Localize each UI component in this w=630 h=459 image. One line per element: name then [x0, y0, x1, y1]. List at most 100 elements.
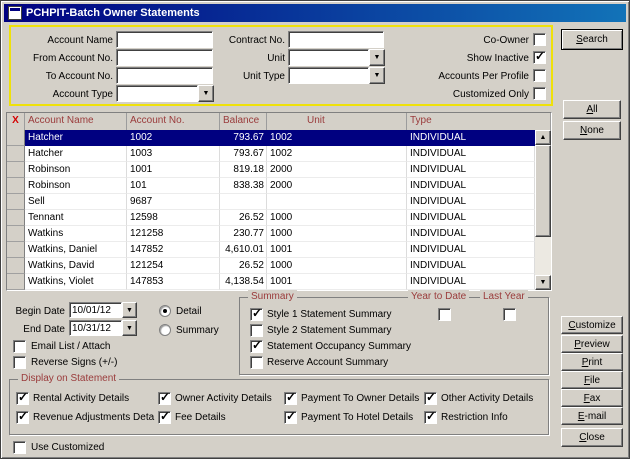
- begin-date-dropdown-icon[interactable]: ▼: [122, 302, 137, 318]
- table-row[interactable]: Sell9687INDIVIDUAL: [7, 194, 535, 210]
- payment-owner-checkbox[interactable]: [284, 392, 297, 405]
- table-cell: 1002: [127, 130, 220, 146]
- occupancy-summary-checkbox[interactable]: [250, 340, 263, 353]
- table-cell: 793.67: [220, 130, 267, 146]
- style1-last-year-checkbox[interactable]: [503, 308, 516, 321]
- show-inactive-checkbox[interactable]: [533, 51, 546, 64]
- year-to-date-header: Year to Date: [408, 290, 469, 303]
- filter-panel: Account Name From Account No. To Account…: [9, 25, 553, 106]
- account-type-input[interactable]: [116, 85, 198, 102]
- fee-details-label: Fee Details: [175, 410, 281, 425]
- table-cell: 1000: [267, 258, 407, 274]
- file-button[interactable]: File: [561, 371, 623, 389]
- contract-no-label: Contract No.: [183, 33, 285, 48]
- row-selector-cell: [7, 226, 25, 242]
- table-row[interactable]: Hatcher1002793.671002INDIVIDUAL: [7, 130, 535, 146]
- batch-owner-statements-window: PCHPIT-Batch Owner Statements Account Na…: [0, 0, 630, 459]
- table-row[interactable]: Watkins, Daniel1478524,610.011001INDIVID…: [7, 242, 535, 258]
- fee-details-checkbox[interactable]: [158, 411, 171, 424]
- unit-dropdown-icon[interactable]: ▼: [369, 49, 385, 66]
- close-button[interactable]: Close: [561, 428, 623, 447]
- accounts-table: X Account Name Account No. Balance Unit …: [6, 112, 552, 291]
- scroll-thumb[interactable]: [535, 145, 551, 237]
- search-button[interactable]: Search: [561, 29, 623, 50]
- column-header-type[interactable]: Type: [407, 113, 551, 130]
- style1-summary-checkbox[interactable]: [250, 308, 263, 321]
- column-header-account-no[interactable]: Account No.: [127, 113, 220, 130]
- owner-activity-checkbox[interactable]: [158, 392, 171, 405]
- table-row[interactable]: Tennant1259826.521000INDIVIDUAL: [7, 210, 535, 226]
- table-cell: Watkins, Violet: [25, 274, 127, 290]
- table-row[interactable]: Hatcher1003793.671002INDIVIDUAL: [7, 146, 535, 162]
- table-row[interactable]: Watkins121258230.771000INDIVIDUAL: [7, 226, 535, 242]
- table-cell: [267, 194, 407, 210]
- unit-input[interactable]: [288, 49, 369, 66]
- revenue-adjustments-label: Revenue Adjustments Deta...: [33, 410, 155, 425]
- begin-date-input[interactable]: [69, 302, 122, 318]
- table-row[interactable]: Robinson101838.382000INDIVIDUAL: [7, 178, 535, 194]
- payment-hotel-checkbox[interactable]: [284, 411, 297, 424]
- unit-type-dropdown-icon[interactable]: ▼: [369, 67, 385, 84]
- display-group: Display on Statement Rental Activity Det…: [9, 379, 549, 435]
- table-row[interactable]: Watkins, Violet1478534,138.541001INDIVID…: [7, 274, 535, 290]
- other-activity-checkbox[interactable]: [424, 392, 437, 405]
- fax-button[interactable]: Fax: [561, 389, 623, 407]
- revenue-adjustments-checkbox[interactable]: [16, 411, 29, 424]
- row-selector-cell: [7, 178, 25, 194]
- email-button[interactable]: E-mail: [561, 407, 623, 425]
- column-header-unit[interactable]: Unit: [267, 113, 407, 130]
- display-group-title: Display on Statement: [18, 372, 119, 385]
- table-cell: 26.52: [220, 210, 267, 226]
- rental-activity-label: Rental Activity Details: [33, 391, 155, 406]
- column-header-x[interactable]: X: [7, 113, 25, 130]
- table-cell: 1001: [267, 274, 407, 290]
- reverse-signs-checkbox[interactable]: [13, 356, 26, 369]
- scroll-down-icon[interactable]: ▼: [535, 275, 551, 290]
- style1-ytd-checkbox[interactable]: [438, 308, 451, 321]
- account-type-dropdown-icon[interactable]: ▼: [198, 85, 214, 102]
- table-cell: 2000: [267, 162, 407, 178]
- owner-activity-label: Owner Activity Details: [175, 391, 281, 406]
- table-scrollbar[interactable]: ▲ ▼: [535, 130, 551, 290]
- print-button[interactable]: Print: [561, 353, 623, 371]
- use-customized-checkbox[interactable]: [13, 441, 26, 454]
- table-cell: INDIVIDUAL: [407, 242, 535, 258]
- table-cell: 1002: [267, 130, 407, 146]
- table-cell: INDIVIDUAL: [407, 258, 535, 274]
- email-list-checkbox[interactable]: [13, 340, 26, 353]
- preview-button[interactable]: Preview: [561, 335, 623, 353]
- detail-radio[interactable]: [159, 305, 171, 317]
- row-selector-cell: [7, 130, 25, 146]
- restriction-info-checkbox[interactable]: [424, 411, 437, 424]
- table-row[interactable]: Robinson1001819.182000INDIVIDUAL: [7, 162, 535, 178]
- table-cell: 1003: [127, 146, 220, 162]
- table-cell: 819.18: [220, 162, 267, 178]
- customize-button[interactable]: Customize: [561, 316, 623, 334]
- payment-owner-label: Payment To Owner Details: [301, 391, 422, 406]
- end-date-dropdown-icon[interactable]: ▼: [122, 320, 137, 336]
- all-button[interactable]: All: [563, 100, 621, 119]
- table-body: Hatcher1002793.671002INDIVIDUALHatcher10…: [7, 130, 535, 290]
- style1-summary-label: Style 1 Statement Summary: [267, 307, 392, 322]
- column-header-balance[interactable]: Balance: [220, 113, 267, 130]
- rental-activity-checkbox[interactable]: [16, 392, 29, 405]
- accounts-per-profile-checkbox[interactable]: [533, 69, 546, 82]
- column-header-account-name[interactable]: Account Name: [25, 113, 127, 130]
- contract-no-input[interactable]: [288, 31, 384, 48]
- summary-radio[interactable]: [159, 324, 171, 336]
- unit-type-input[interactable]: [288, 67, 369, 84]
- from-account-label: From Account No.: [13, 51, 113, 66]
- customized-only-checkbox[interactable]: [533, 87, 546, 100]
- table-row[interactable]: Watkins, David12125426.521000INDIVIDUAL: [7, 258, 535, 274]
- reserve-account-checkbox[interactable]: [250, 356, 263, 369]
- table-cell: INDIVIDUAL: [407, 146, 535, 162]
- co-owner-checkbox[interactable]: [533, 33, 546, 46]
- end-date-input[interactable]: [69, 320, 122, 336]
- table-cell: [220, 194, 267, 210]
- none-button[interactable]: None: [563, 121, 621, 140]
- table-cell: 147852: [127, 242, 220, 258]
- scroll-up-icon[interactable]: ▲: [535, 130, 551, 145]
- row-selector-cell: [7, 274, 25, 290]
- style2-summary-checkbox[interactable]: [250, 324, 263, 337]
- table-cell: Watkins, Daniel: [25, 242, 127, 258]
